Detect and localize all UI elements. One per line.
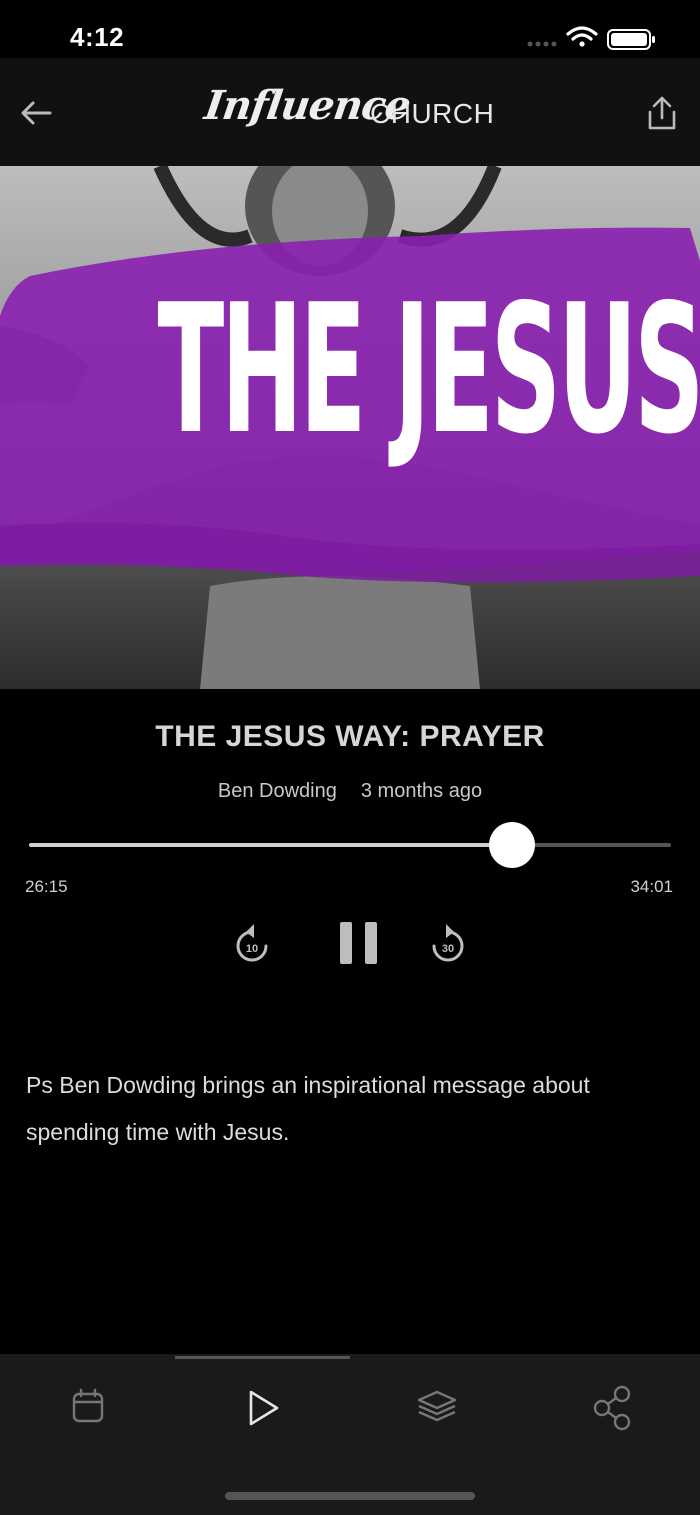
- player-controls: 10 30: [0, 910, 700, 974]
- layers-icon: [417, 1390, 457, 1422]
- church-logo: Influence CHURCH: [202, 82, 495, 146]
- time-total: 34:01: [630, 877, 673, 896]
- byline: Ben Dowding 3 months ago: [0, 780, 700, 803]
- logo-word: CHURCH: [370, 98, 495, 129]
- progress-fill: [29, 843, 512, 847]
- published-date: 3 months ago: [360, 780, 483, 802]
- rewind-button[interactable]: 10: [232, 918, 272, 964]
- share-nodes-icon: [593, 1385, 631, 1431]
- artwork-headline: THE JESUS WAY: [157, 266, 700, 473]
- progress-thumb[interactable]: [488, 822, 535, 868]
- arrow-left-icon: [21, 101, 52, 125]
- play-icon: [249, 1390, 279, 1426]
- sermon-description: Ps Ben Dowding brings an inspirational m…: [26, 1072, 590, 1145]
- rewind-10-icon: 10: [236, 924, 268, 962]
- pause-icon: [340, 922, 377, 964]
- tab-connect[interactable]: [582, 1384, 642, 1434]
- pause-button[interactable]: [338, 920, 380, 966]
- tab-selection-indicator: [175, 1356, 350, 1359]
- tab-layers[interactable]: [407, 1384, 467, 1434]
- time-elapsed: 26:15: [25, 877, 68, 896]
- calendar-icon: [72, 1388, 104, 1423]
- rewind-label: 10: [246, 943, 258, 955]
- share-button[interactable]: [644, 94, 680, 132]
- app-header: Influence CHURCH: [0, 58, 700, 166]
- forward-30-icon: 30: [432, 924, 464, 962]
- status-icons: [524, 25, 664, 51]
- tab-play[interactable]: [234, 1384, 294, 1434]
- wifi-icon: [566, 26, 598, 47]
- battery-icon: [607, 29, 655, 50]
- sermon-title: THE JESUS WAY: PRAYER: [155, 720, 545, 753]
- forward-label: 30: [442, 943, 454, 955]
- tab-calendar[interactable]: [58, 1384, 118, 1434]
- signal-icon: [527, 41, 557, 47]
- share-upload-icon: [648, 96, 676, 130]
- back-button[interactable]: [16, 96, 56, 130]
- tab-bar: [0, 1354, 700, 1515]
- forward-button[interactable]: 30: [428, 918, 468, 964]
- status-bar: 4:12: [0, 0, 700, 58]
- home-indicator: [225, 1492, 475, 1500]
- playback-progress-bar[interactable]: [29, 822, 671, 868]
- status-time: 4:12: [70, 22, 125, 52]
- speaker-name: Ben Dowding: [217, 780, 337, 802]
- sermon-artwork: THE JESUS WAY: [0, 166, 700, 689]
